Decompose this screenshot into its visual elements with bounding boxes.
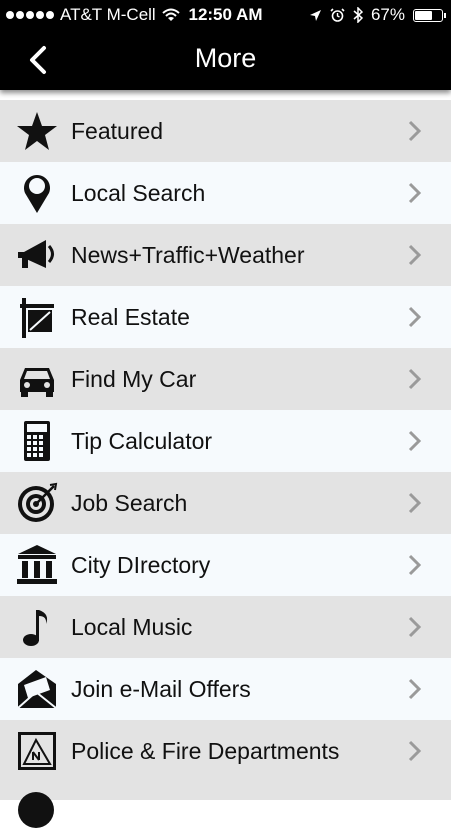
chevron-right-icon (408, 616, 422, 638)
chevron-right-icon (408, 120, 422, 142)
menu-item-label: Join e-Mail Offers (71, 676, 251, 702)
chevron-right-icon (408, 368, 422, 390)
menu-item-label: Find My Car (71, 366, 197, 392)
chevron-right-icon (408, 182, 422, 204)
menu-item-label: Local Music (71, 614, 193, 640)
bluetooth-icon (353, 7, 363, 23)
chevron-right-icon (408, 554, 422, 576)
map-pin-icon (24, 175, 50, 213)
menu-item-join-email-offers[interactable]: Join e-Mail Offers (0, 658, 451, 720)
menu-item-label: Police & Fire Departments (71, 738, 340, 764)
more-menu-list: Featured Local Search News+Traffic+Weath… (0, 100, 451, 782)
page-title: More (194, 43, 257, 73)
chevron-right-icon (408, 244, 422, 266)
menu-item-label: Job Search (71, 490, 188, 516)
menu-item-news-traffic-weather[interactable]: News+Traffic+Weather (0, 224, 451, 286)
car-icon (20, 368, 54, 397)
menu-item-partial[interactable] (0, 782, 451, 828)
menu-item-label: City DIrectory (71, 552, 211, 578)
navigation-bar: More (0, 30, 451, 90)
menu-item-label: Featured (71, 118, 164, 144)
battery-percent: 67% (370, 5, 405, 24)
envelope-icon (17, 670, 57, 709)
battery-level-fill (415, 10, 432, 20)
circle-icon (18, 792, 54, 828)
menu-item-tip-calculator[interactable]: Tip Calculator (0, 410, 451, 472)
menu-item-local-music[interactable]: Local Music (0, 596, 451, 658)
menu-item-real-estate[interactable]: Real Estate (0, 286, 451, 348)
alarm-clock-icon (330, 7, 345, 22)
menu-item-label: Local Search (71, 180, 206, 206)
menu-item-label: Real Estate (71, 304, 190, 330)
star-icon (17, 112, 57, 150)
badge-icon (18, 732, 56, 770)
chevron-right-icon (408, 678, 422, 700)
status-right: 67% (309, 5, 446, 25)
menu-item-police-fire-departments[interactable]: Police & Fire Departments (0, 720, 451, 782)
battery-icon (413, 8, 446, 22)
menu-item-label: News+Traffic+Weather (71, 242, 305, 268)
chevron-right-icon (408, 430, 422, 452)
music-note-icon (23, 610, 48, 646)
chevron-right-icon (408, 740, 422, 762)
calculator-icon (24, 421, 50, 461)
chevron-right-icon (408, 492, 422, 514)
location-arrow-icon (309, 9, 321, 21)
status-bar: AT&T M-Cell 12:50 AM 67% (0, 0, 451, 30)
chevron-right-icon (408, 306, 422, 328)
menu-item-featured[interactable]: Featured (0, 100, 451, 162)
target-icon (18, 482, 58, 522)
menu-item-city-directory[interactable]: City DIrectory (0, 534, 451, 596)
megaphone-icon (18, 240, 54, 268)
menu-item-find-my-car[interactable]: Find My Car (0, 348, 451, 410)
real-estate-sign-icon (20, 298, 54, 338)
menu-item-label: Tip Calculator (71, 428, 213, 454)
menu-item-job-search[interactable]: Job Search (0, 472, 451, 534)
menu-item-local-search[interactable]: Local Search (0, 162, 451, 224)
city-hall-icon (17, 545, 57, 584)
